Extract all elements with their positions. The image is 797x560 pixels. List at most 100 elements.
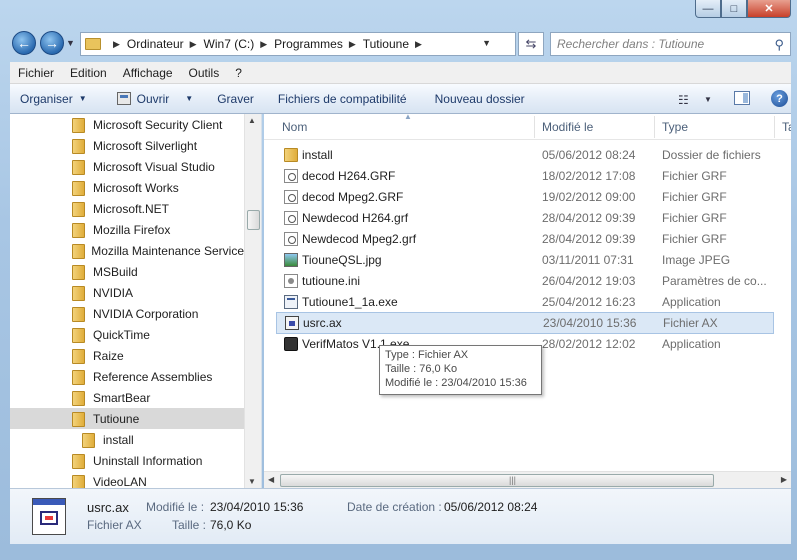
scroll-down-icon[interactable]: ▼ [248,477,256,486]
tree-item[interactable]: Microsoft Silverlight [10,135,244,156]
title-bar[interactable]: — □ ✕ [0,0,797,24]
column-header-name[interactable]: Nom [282,120,307,134]
file-type: Application [662,295,721,309]
tree-item[interactable]: Mozilla Firefox [10,219,244,240]
column-divider[interactable] [534,116,535,138]
back-button[interactable]: ← [12,31,36,55]
view-dropdown-icon[interactable]: ▼ [704,95,712,104]
file-type: Fichier GRF [662,190,727,204]
menu-item-fichier[interactable]: Fichier [10,66,62,80]
grf-file-icon [284,169,298,183]
menu-bar: Fichier Edition Affichage Outils ? [10,62,791,84]
exe-file-icon [284,295,298,309]
open-button[interactable]: Ouvrir ▼ [95,84,202,114]
burn-button[interactable]: Graver [201,84,262,114]
forward-button[interactable]: → [40,31,64,55]
file-row[interactable]: TiouneQSL.jpg 03/11/2011 07:31 Image JPEG [276,250,774,270]
file-row[interactable]: decod Mpeg2.GRF 19/02/2012 09:00 Fichier G… [276,187,774,207]
folder-icon [72,285,85,301]
sort-ascending-icon: ▲ [404,114,412,121]
folder-icon [72,411,85,427]
folder-icon [72,327,85,343]
menu-item-help[interactable]: ? [227,66,250,80]
tree-item[interactable]: QuickTime [10,324,244,345]
grf-file-icon [284,232,298,246]
refresh-button[interactable]: ⇆ [518,32,544,56]
file-row-selected[interactable]: usrc.ax 23/04/2010 15:36 Fichier AX [276,312,774,334]
tree-item[interactable]: NVIDIA [10,282,244,303]
column-header-modified[interactable]: Modifié le [542,120,593,134]
recent-pages-dropdown[interactable]: ▼ [66,38,75,48]
folder-icon [72,306,85,322]
scroll-left-icon[interactable]: ◀ [268,475,274,484]
breadcrumb-item[interactable]: ▶ Ordinateur [107,37,184,51]
back-arrow-icon: ← [17,35,31,51]
file-row[interactable]: Newdecod H264.grf 28/04/2012 09:39 Fichier… [276,208,774,228]
file-name: Newdecod H264.grf [302,211,409,225]
compatibility-files-button[interactable]: Fichiers de compatibilité [262,84,415,114]
tree-item[interactable]: Reference Assemblies [10,366,244,387]
tree-item[interactable]: Uninstall Information [10,450,244,471]
tree-item-selected[interactable]: Tutioune [10,408,244,429]
tree-item[interactable]: install [10,429,244,450]
ax-file-icon [285,316,299,330]
breadcrumb-item[interactable]: ▶ Programmes [254,37,343,51]
tree-item[interactable]: Microsoft Works [10,177,244,198]
preview-pane-icon[interactable] [734,91,750,105]
search-input[interactable]: Rechercher dans : Tutioune [557,37,704,51]
minimize-button[interactable]: — [695,0,721,18]
file-date: 23/04/2010 15:36 [543,316,637,330]
menu-item-affichage[interactable]: Affichage [115,66,181,80]
file-name: Tutioune1_1a.exe [302,295,398,309]
file-row[interactable]: tutioune.ini 26/04/2012 19:03 Paramètres d… [276,271,774,291]
details-size-label: Taille : [172,518,207,532]
column-header-size[interactable]: Ta [782,120,791,134]
help-icon[interactable]: ? [771,90,788,107]
menu-item-outils[interactable]: Outils [181,66,228,80]
column-divider[interactable] [774,116,775,138]
tree-item[interactable]: MSBuild [10,261,244,282]
details-size-value: 76,0 Ko [210,518,252,532]
scroll-up-icon[interactable]: ▲ [248,116,256,125]
tree-item[interactable]: NVIDIA Corporation [10,303,244,324]
file-row[interactable]: Tutioune1_1a.exe 25/04/2012 16:23 Applicat… [276,292,774,312]
scrollbar-thumb[interactable]: ||| [280,474,714,487]
tree-item[interactable]: Microsoft.NET [10,198,244,219]
maximize-button[interactable]: □ [721,0,747,18]
close-button[interactable]: ✕ [747,0,791,18]
tree-item[interactable]: Microsoft Visual Studio [10,156,244,177]
tree-item[interactable]: Microsoft Security Client [10,114,244,135]
file-row[interactable]: decod H264.GRF 18/02/2012 17:08 Fichier GR… [276,166,774,186]
address-bar[interactable]: ▶ Ordinateur ▶ Win7 (C:) ▶ Programmes ▶ Tuti… [80,32,516,56]
menu-item-edition[interactable]: Edition [62,66,115,80]
navigation-scrollbar[interactable]: ▲ ▼ [244,114,261,488]
search-box[interactable]: Rechercher dans : Tutioune ⚲ [550,32,791,56]
view-options-icon[interactable]: ☷ [678,93,689,107]
horizontal-scrollbar[interactable]: ◀ ||| ▶ [264,471,791,488]
tree-item[interactable]: Mozilla Maintenance Service [10,240,244,261]
tree-item-label: Microsoft Silverlight [93,138,198,153]
folder-icon [72,369,85,385]
breadcrumb-item[interactable]: ▶ Win7 (C:) [184,37,255,51]
file-name: TiouneQSL.jpg [302,253,382,267]
ini-file-icon [284,274,298,288]
organize-button[interactable]: Organiser ▼ [10,84,95,114]
details-pane: usrc.ax Fichier AX Modifié le : 23/04/20… [10,488,791,544]
tree-item[interactable]: VideoLAN [10,471,244,488]
tree-item[interactable]: SmartBear [10,387,244,408]
tooltip-type: Type : Fichier AX [385,349,469,361]
breadcrumb-item[interactable]: ▶ Tutioune ▶ [343,37,429,51]
image-file-icon [284,253,298,267]
address-history-dropdown[interactable]: ▼ [482,38,491,48]
scroll-right-icon[interactable]: ▶ [781,475,787,484]
column-header-type[interactable]: Type [662,120,688,134]
column-divider[interactable] [654,116,655,138]
file-row[interactable]: install 05/06/2012 08:24 Dossier de fichie… [276,145,774,165]
file-name: tutioune.ini [302,274,361,288]
tree-item[interactable]: Raize [10,345,244,366]
file-name: usrc.ax [303,316,342,330]
scrollbar-thumb[interactable] [247,210,260,230]
search-icon[interactable]: ⚲ [774,37,784,53]
new-folder-button[interactable]: Nouveau dossier [415,84,533,114]
file-row[interactable]: Newdecod Mpeg2.grf 28/04/2012 09:39 Fichie… [276,229,774,249]
